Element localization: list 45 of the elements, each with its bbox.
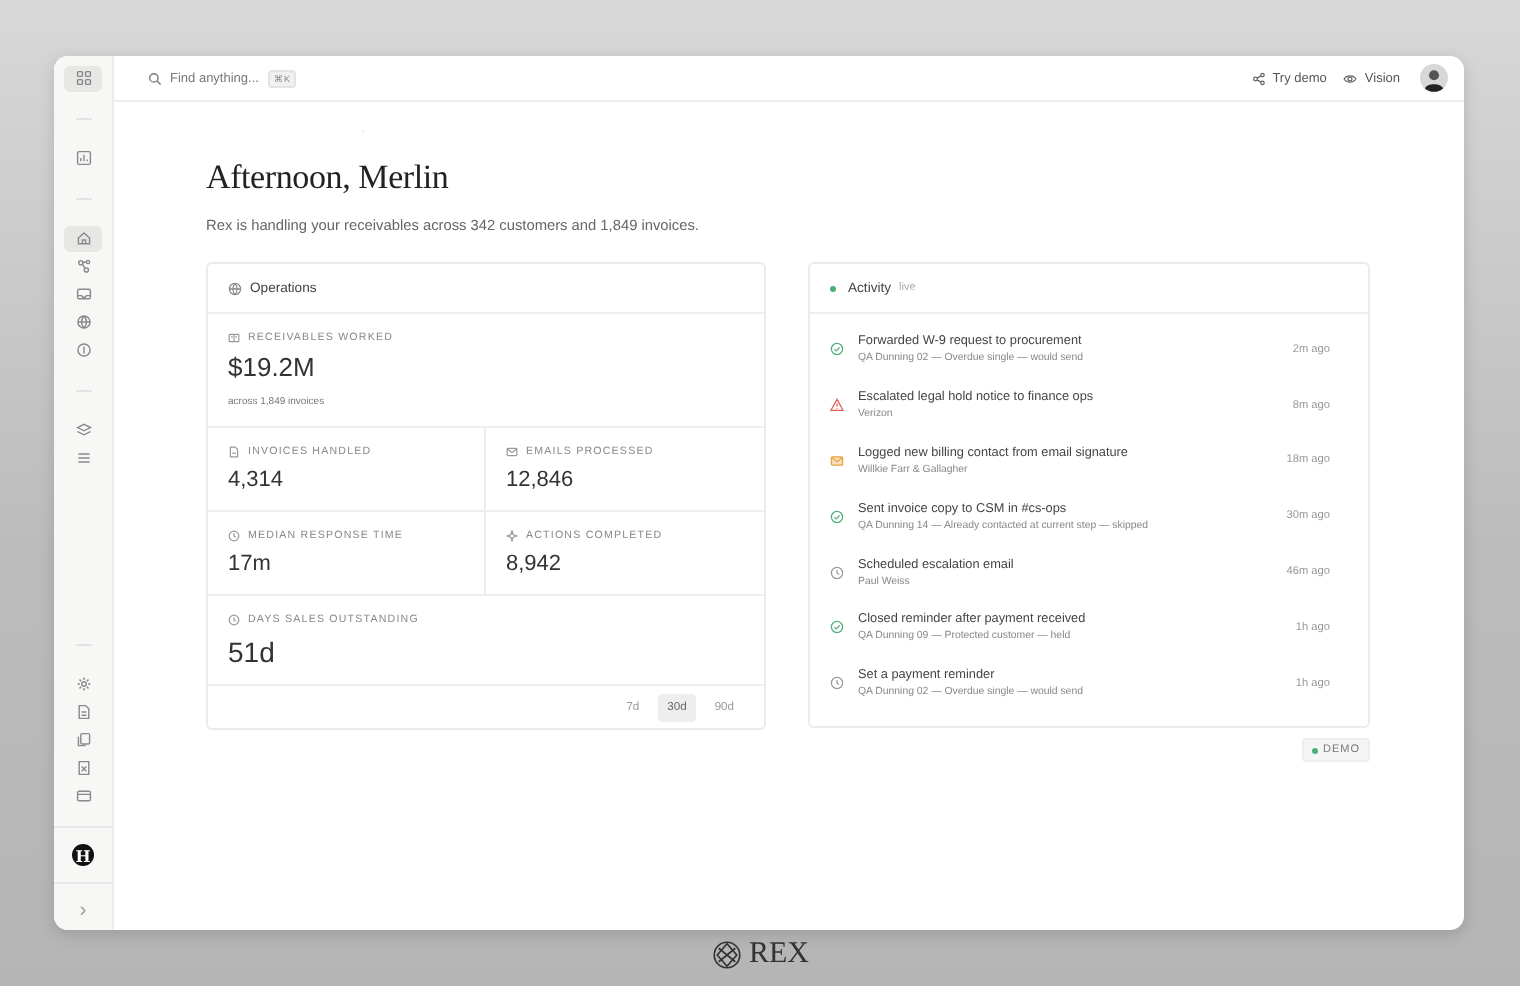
card-icon <box>75 788 91 804</box>
metric-value: 8,942 <box>506 552 564 576</box>
check-circle-icon <box>830 509 844 524</box>
search-icon <box>148 71 162 85</box>
sparkle-icon <box>506 530 518 542</box>
copy-icon <box>75 732 91 748</box>
check-circle-icon <box>830 342 844 357</box>
grid-icon <box>75 70 91 86</box>
user-avatar[interactable] <box>1420 64 1448 92</box>
gear-icon <box>75 676 91 692</box>
check-circle-icon <box>830 620 844 635</box>
ledger-icon <box>228 332 240 344</box>
list-icon <box>75 450 91 466</box>
clock-icon <box>228 530 240 542</box>
chart-icon <box>75 150 91 166</box>
metric-value: 4,314 <box>228 468 286 492</box>
brand-wordmark: REX <box>749 938 809 972</box>
metric-value: 17m <box>228 552 273 576</box>
clock-icon <box>830 676 844 691</box>
coin-icon <box>75 342 91 358</box>
warning-icon <box>830 398 844 413</box>
apps-button[interactable] <box>64 65 102 91</box>
home-nav-button[interactable] <box>64 225 102 251</box>
metric-value: 51d <box>228 636 277 668</box>
logo-icon <box>711 940 741 970</box>
greeting-title: Afternoon, Merlin <box>206 158 451 198</box>
workspace-avatar[interactable]: H <box>72 844 94 866</box>
clock-icon <box>830 565 844 580</box>
docx-icon <box>75 760 91 776</box>
doc-icon <box>75 704 91 720</box>
share-nodes-icon <box>1252 71 1267 85</box>
home-icon <box>75 230 91 246</box>
stack-icon <box>75 422 91 438</box>
expand-sidebar-button[interactable]: › <box>73 900 93 922</box>
metric-value: $19.2M <box>228 352 317 382</box>
live-indicator-icon <box>830 285 836 291</box>
metric-value: 12,846 <box>506 468 576 492</box>
document-icon <box>228 446 240 458</box>
inbox-icon <box>75 286 91 302</box>
clock-icon <box>228 614 240 626</box>
envelope-icon <box>830 453 844 468</box>
globe-icon <box>75 314 91 330</box>
eye-icon <box>1342 71 1359 85</box>
globe-icon <box>228 281 242 295</box>
envelope-icon <box>506 446 518 458</box>
